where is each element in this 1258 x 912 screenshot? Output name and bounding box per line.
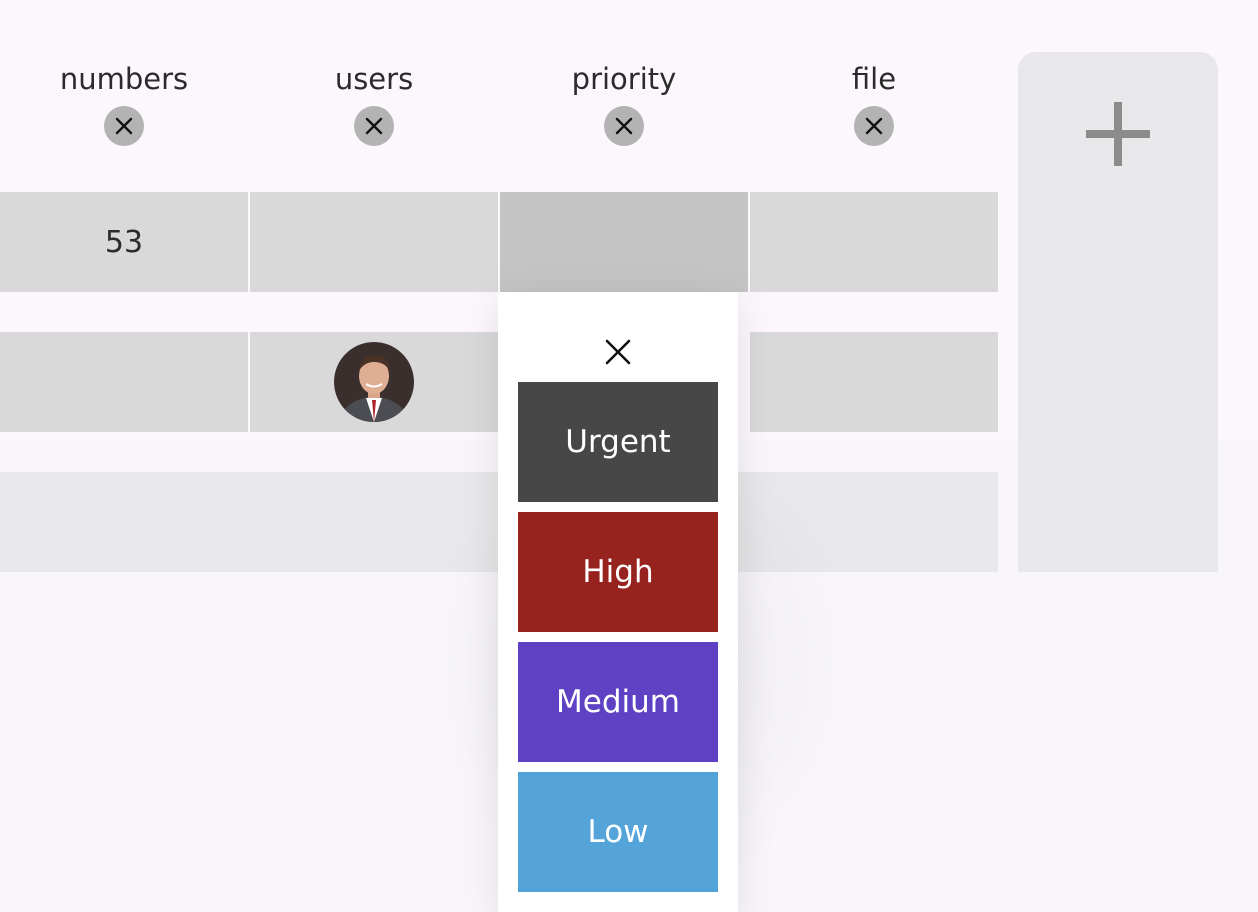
column-title: numbers (59, 62, 189, 96)
priority-picker: Urgent High Medium Low (498, 292, 738, 912)
remove-column-button[interactable] (354, 106, 394, 146)
add-column-button[interactable] (1018, 52, 1218, 572)
column-title: priority (571, 62, 677, 96)
priority-option-urgent[interactable]: Urgent (518, 382, 718, 502)
close-icon (365, 117, 383, 135)
column-header-file: file (750, 60, 998, 150)
column-header-numbers: numbers (0, 60, 248, 150)
cell-users[interactable] (250, 192, 498, 292)
priority-option-high[interactable]: High (518, 512, 718, 632)
column-header-priority: priority (500, 60, 748, 150)
cell-numbers[interactable]: 53 (0, 192, 248, 292)
column-title: users (334, 62, 414, 96)
cell-file[interactable] (750, 332, 998, 432)
close-icon (865, 117, 883, 135)
cell-users[interactable] (250, 332, 498, 432)
priority-option-medium[interactable]: Medium (518, 642, 718, 762)
close-icon (615, 117, 633, 135)
column-title: file (851, 62, 897, 96)
user-photo (334, 342, 414, 422)
close-icon (605, 339, 631, 365)
column-header-users: users (250, 60, 498, 150)
remove-column-button[interactable] (854, 106, 894, 146)
close-picker-button[interactable] (598, 336, 638, 368)
priority-option-low[interactable]: Low (518, 772, 718, 892)
cell-priority[interactable] (500, 192, 748, 292)
cell-numbers[interactable] (0, 332, 248, 432)
cell-file[interactable] (750, 192, 998, 292)
avatar[interactable] (334, 342, 414, 422)
close-icon (115, 117, 133, 135)
remove-column-button[interactable] (104, 106, 144, 146)
plus-icon (1086, 102, 1150, 166)
remove-column-button[interactable] (604, 106, 644, 146)
